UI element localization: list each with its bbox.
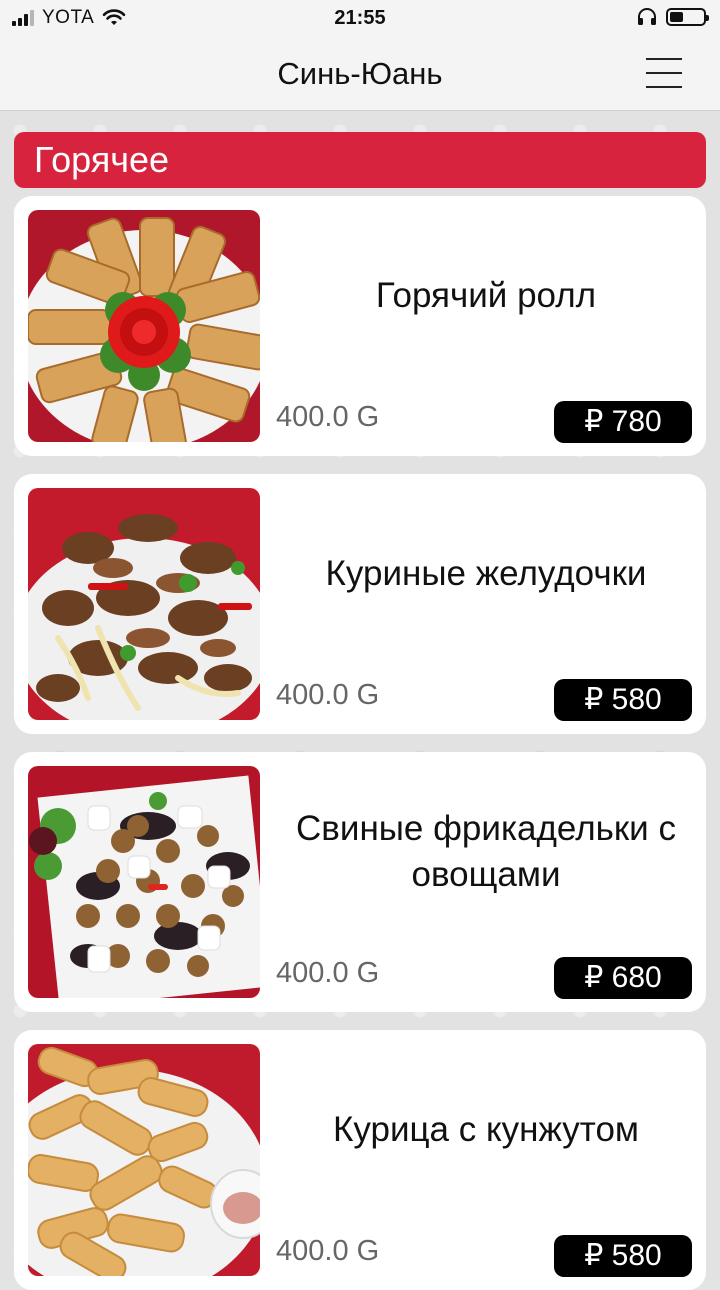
price-button[interactable]: ₽ 680 xyxy=(554,957,692,999)
headphones-icon xyxy=(638,8,656,25)
dish-weight: 400.0 G xyxy=(276,401,380,433)
price-button[interactable]: ₽ 780 xyxy=(554,401,692,443)
dish-name: Свиные фрикадельки с овощами xyxy=(296,809,676,894)
status-bar: YOTA 21:55 xyxy=(0,0,720,36)
dish-weight: 400.0 G xyxy=(276,1235,380,1267)
dish-photo xyxy=(28,488,260,720)
menu-item-card[interactable]: Горячий ролл 400.0 G ₽ 780 xyxy=(14,196,706,456)
status-right xyxy=(636,8,709,26)
battery-icon xyxy=(666,8,709,26)
dish-name: Куриные желудочки xyxy=(325,554,647,593)
dish-name: Курица с кунжутом xyxy=(333,1110,639,1149)
menu-icon[interactable] xyxy=(646,58,682,88)
nav-bar: Синь-Юань xyxy=(0,36,720,111)
status-time: 21:55 xyxy=(334,7,386,29)
dish-photo xyxy=(28,766,260,998)
menu-item-card[interactable]: Свиные фрикадельки с овощами 400.0 G ₽ 6… xyxy=(14,752,706,1012)
dish-weight: 400.0 G xyxy=(276,679,380,711)
menu-item-card[interactable]: Курица с кунжутом 400.0 G ₽ 580 xyxy=(14,1030,706,1290)
dish-photo xyxy=(28,210,260,442)
dish-weight: 400.0 G xyxy=(276,957,380,989)
dish-photo xyxy=(28,1044,260,1276)
section-header-hot: Горячее xyxy=(14,132,706,188)
menu-item-card[interactable]: Куриные желудочки 400.0 G ₽ 580 xyxy=(14,474,706,734)
price-button[interactable]: ₽ 580 xyxy=(554,1235,692,1277)
dish-name: Горячий ролл xyxy=(375,276,597,315)
restaurant-title: Синь-Юань xyxy=(277,56,443,91)
price-button[interactable]: ₽ 580 xyxy=(554,679,692,721)
